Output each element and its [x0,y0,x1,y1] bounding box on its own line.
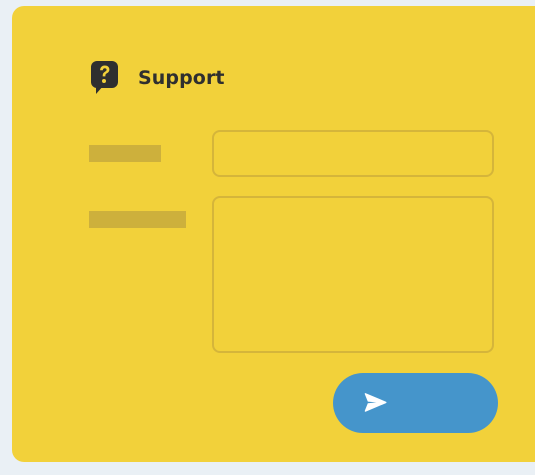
support-card: Support [12,6,535,462]
send-icon [364,392,388,412]
question-chat-icon [91,61,118,95]
field-label-placeholder-1 [89,145,161,162]
send-button[interactable] [333,373,498,433]
text-input-1[interactable] [212,130,494,177]
support-header: Support [91,61,225,95]
field-label-placeholder-2 [89,211,186,228]
page-title: Support [138,67,225,89]
message-textarea[interactable] [212,196,494,353]
